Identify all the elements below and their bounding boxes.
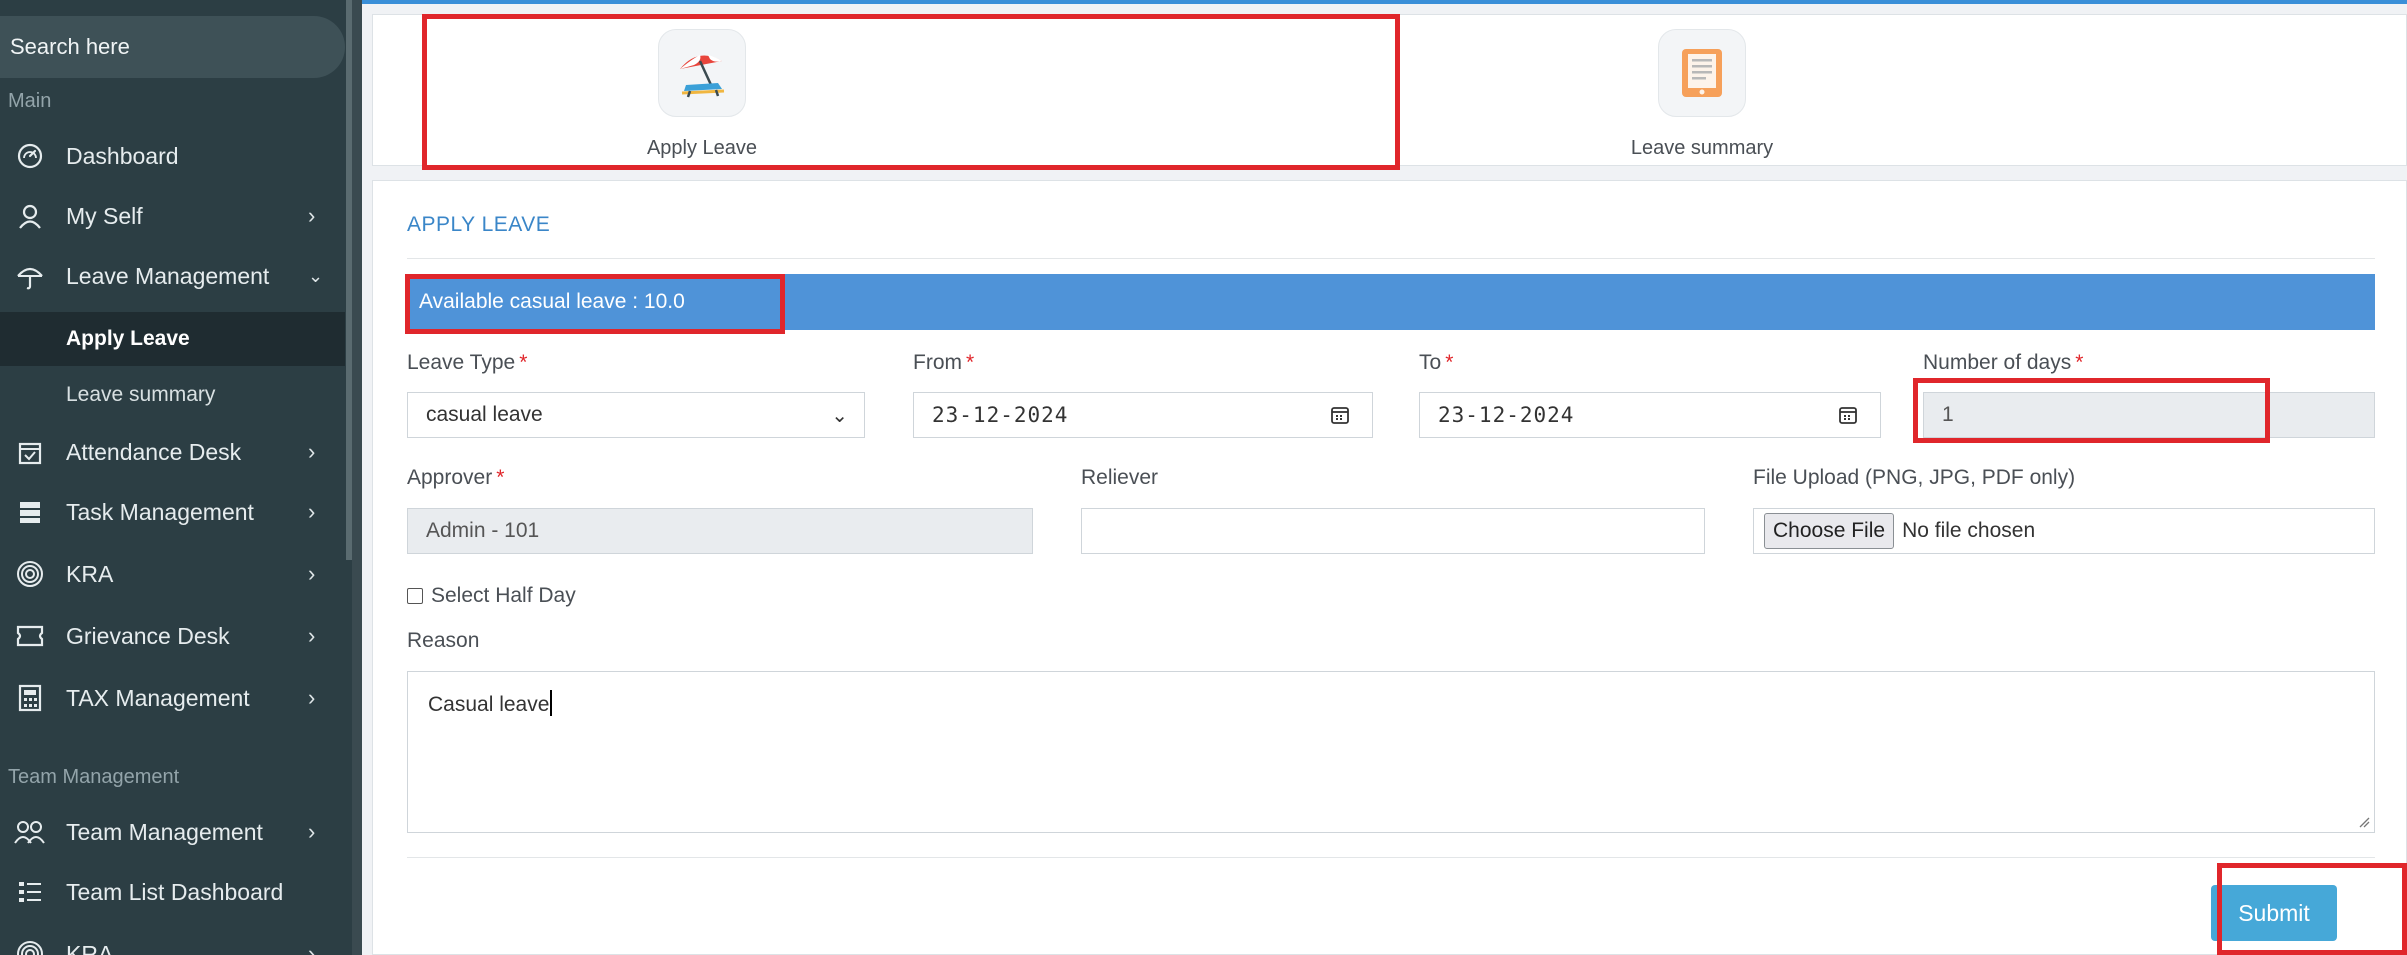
- list-icon: [14, 876, 46, 908]
- sidebar-item-kra[interactable]: KRA ›: [0, 546, 345, 602]
- sidebar-item-team-list-dashboard[interactable]: Team List Dashboard: [0, 864, 345, 920]
- target-icon: [14, 558, 46, 590]
- text-caret: [550, 690, 553, 716]
- sidebar-item-task-management[interactable]: Task Management ›: [0, 484, 345, 540]
- highlight-box-submit: [2217, 863, 2407, 955]
- leave-type-select[interactable]: casual leave ⌄: [407, 392, 865, 438]
- highlight-box-apply-leave-tab: [422, 14, 1400, 170]
- chevron-right-icon: ›: [308, 941, 316, 955]
- from-date-value: 23-12-2024: [932, 403, 1069, 427]
- calendar-icon[interactable]: [1838, 405, 1858, 430]
- sidebar-item-label: Task Management: [66, 498, 254, 525]
- sidebar-item-label: KRA: [66, 940, 114, 955]
- reason-textarea[interactable]: Casual leave: [407, 671, 2375, 833]
- sidebar-item-my-self[interactable]: My Self ›: [0, 188, 345, 244]
- approver-label: Approver *: [407, 466, 505, 489]
- dashboard-gauge-icon: [14, 140, 46, 172]
- calendar-check-icon: [14, 436, 46, 468]
- user-icon: [14, 200, 46, 232]
- sidebar-item-label: KRA: [66, 560, 114, 587]
- sidebar-subitem-leave-summary[interactable]: Leave summary: [0, 368, 345, 422]
- half-day-label: Select Half Day: [431, 584, 576, 607]
- reason-label: Reason: [407, 629, 480, 652]
- sidebar-item-label: TAX Management: [66, 684, 250, 711]
- sidebar-item-tax-management[interactable]: TAX Management ›: [0, 670, 345, 726]
- from-date-input[interactable]: 23-12-2024: [913, 392, 1373, 438]
- file-upload-label: File Upload (PNG, JPG, PDF only): [1753, 466, 2076, 489]
- document-list-icon: [1658, 29, 1746, 117]
- number-of-days-label: Number of days *: [1923, 351, 2084, 374]
- resize-handle-icon[interactable]: [2358, 816, 2370, 828]
- to-label: To *: [1419, 351, 1454, 374]
- sidebar-subitem-apply-leave[interactable]: Apply Leave: [0, 312, 345, 366]
- users-icon: [14, 816, 46, 848]
- sidebar-item-leave-management[interactable]: Leave Management ⌄: [0, 248, 345, 304]
- chevron-right-icon: ›: [308, 819, 316, 844]
- divider: [407, 857, 2375, 858]
- sidebar-item-label: Team List Dashboard: [66, 878, 284, 905]
- no-file-chosen-text: No file chosen: [1902, 519, 2036, 542]
- tab-label: Leave summary: [1630, 137, 1774, 159]
- leave-type-label: Leave Type *: [407, 351, 528, 374]
- form-title: APPLY LEAVE: [407, 213, 551, 236]
- leave-type-value: casual leave: [426, 403, 543, 426]
- to-date-input[interactable]: 23-12-2024: [1419, 392, 1881, 438]
- sidebar-divider: [352, 0, 362, 955]
- approver-input: Admin - 101: [407, 508, 1033, 554]
- sidebar-item-label: Team Management: [66, 818, 263, 845]
- server-stack-icon: [14, 496, 46, 528]
- highlight-box-available-leave: [405, 274, 785, 334]
- target-icon: [14, 938, 46, 955]
- chevron-right-icon: ›: [308, 561, 316, 586]
- calculator-icon: [14, 682, 46, 714]
- half-day-row: Select Half Day: [407, 584, 576, 608]
- chevron-down-icon: ⌄: [831, 405, 848, 427]
- to-date-value: 23-12-2024: [1438, 403, 1575, 427]
- file-upload-input[interactable]: Choose File No file chosen: [1753, 508, 2375, 554]
- calendar-icon[interactable]: [1330, 405, 1350, 430]
- sidebar-item-kra-team[interactable]: KRA ›: [0, 926, 345, 955]
- sidebar: Search here Main Dashboard My Self › Lea…: [0, 0, 352, 955]
- reliever-label: Reliever: [1081, 466, 1159, 489]
- chevron-right-icon: ›: [308, 439, 316, 464]
- chevron-right-icon: ›: [308, 203, 316, 228]
- section-label-team: Team Management: [8, 766, 180, 788]
- sidebar-item-attendance-desk[interactable]: Attendance Desk ›: [0, 424, 345, 480]
- sidebar-item-label: Attendance Desk: [66, 438, 242, 465]
- chevron-right-icon: ›: [308, 499, 316, 524]
- chevron-right-icon: ›: [308, 685, 316, 710]
- chevron-right-icon: ›: [308, 623, 316, 648]
- highlight-box-number-of-days: [1913, 378, 2270, 443]
- reason-text: Casual leave: [428, 693, 550, 716]
- sidebar-item-team-management[interactable]: Team Management ›: [0, 804, 345, 860]
- umbrella-icon: [14, 260, 46, 292]
- section-label-main: Main: [8, 90, 52, 112]
- sidebar-item-label: My Self: [66, 202, 143, 229]
- divider: [407, 258, 2375, 259]
- sidebar-item-label: Leave Management: [66, 262, 270, 289]
- sidebar-search-input[interactable]: Search here: [0, 16, 345, 78]
- top-accent-line: [362, 0, 2407, 4]
- sidebar-item-grievance-desk[interactable]: Grievance Desk ›: [0, 608, 345, 664]
- reliever-input[interactable]: [1081, 508, 1705, 554]
- ticket-icon: [14, 620, 46, 652]
- half-day-checkbox[interactable]: [407, 588, 423, 604]
- sidebar-item-label: Dashboard: [66, 142, 179, 169]
- choose-file-button[interactable]: Choose File: [1764, 513, 1895, 549]
- sidebar-item-dashboard[interactable]: Dashboard: [0, 128, 345, 184]
- chevron-down-icon: ⌄: [308, 265, 324, 286]
- sidebar-item-label: Grievance Desk: [66, 622, 230, 649]
- tab-leave-summary[interactable]: Leave summary: [1373, 15, 2031, 167]
- from-label: From *: [913, 351, 975, 374]
